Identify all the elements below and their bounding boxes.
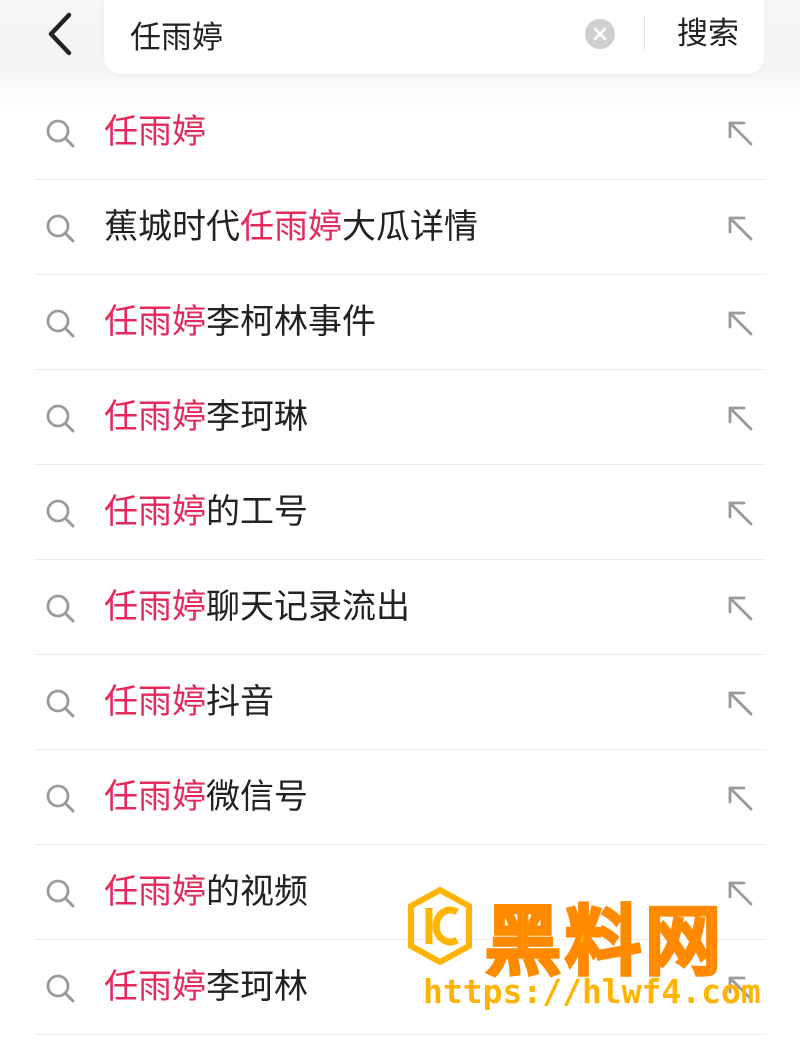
search-input[interactable]	[130, 12, 570, 56]
suggestion-highlight: 任雨婷	[104, 112, 206, 152]
suggestion-suffix: 的视频	[206, 872, 308, 912]
suggestion-suffix: 李柯林事件	[206, 302, 376, 342]
back-arrow-icon	[48, 12, 72, 56]
suggestion-prefix: 蕉城时代	[104, 207, 240, 247]
suggestion-item[interactable]: 蕉城时代任雨婷大瓜详情	[0, 180, 800, 275]
suggestion-item[interactable]: 任雨婷李柯林事件	[0, 275, 800, 370]
suggestion-highlight: 任雨婷	[104, 302, 206, 342]
suggestion-suffix: 抖音	[206, 682, 274, 722]
fill-arrow-icon[interactable]	[722, 210, 758, 246]
suggestion-item[interactable]: 任雨婷李珂琳	[0, 370, 800, 465]
fill-arrow-icon[interactable]	[722, 780, 758, 816]
suggestion-suffix: 李珂林	[206, 967, 308, 1007]
suggestion-item[interactable]: 任雨婷微信号	[0, 750, 800, 845]
search-box: 搜索	[104, 0, 764, 74]
suggestion-item[interactable]: 任雨婷的视频	[0, 845, 800, 940]
suggestion-highlight: 任雨婷	[104, 587, 206, 627]
fill-arrow-icon[interactable]	[722, 875, 758, 911]
suggestion-text: 任雨婷微信号	[104, 772, 308, 822]
back-button[interactable]	[30, 4, 90, 64]
suggestion-suffix: 微信号	[206, 777, 308, 817]
search-icon	[46, 784, 75, 813]
search-button[interactable]: 搜索	[660, 12, 756, 56]
search-icon	[46, 879, 75, 908]
search-icon	[46, 594, 75, 623]
search-icon	[46, 404, 75, 433]
search-icon	[46, 499, 75, 528]
clear-button[interactable]	[585, 19, 615, 49]
fill-arrow-icon[interactable]	[722, 400, 758, 436]
suggestion-text: 蕉城时代任雨婷大瓜详情	[104, 202, 478, 252]
suggestion-suffix: 聊天记录流出	[206, 587, 410, 627]
suggestion-highlight: 任雨婷	[104, 397, 206, 437]
suggestion-highlight: 任雨婷	[104, 967, 206, 1007]
fill-arrow-icon[interactable]	[722, 685, 758, 721]
suggestion-item[interactable]: 任雨婷	[0, 85, 800, 180]
clear-icon	[593, 27, 607, 41]
search-divider	[644, 17, 645, 51]
suggestion-item[interactable]: 任雨婷的工号	[0, 465, 800, 560]
fill-arrow-icon[interactable]	[722, 970, 758, 1006]
search-icon	[46, 119, 75, 148]
suggestion-text: 任雨婷李珂琳	[104, 392, 308, 442]
fill-arrow-icon[interactable]	[722, 115, 758, 151]
fill-arrow-icon[interactable]	[722, 495, 758, 531]
search-icon	[46, 689, 75, 718]
search-icon	[46, 214, 75, 243]
suggestion-list: 任雨婷 蕉城时代任雨婷大瓜详情 任雨婷李柯林事件 任雨婷李珂琳 任雨婷的工号 任雨婷聊天记…	[0, 85, 800, 1035]
suggestion-text: 任雨婷的视频	[104, 867, 308, 917]
suggestion-suffix: 的工号	[206, 492, 308, 532]
suggestion-text: 任雨婷抖音	[104, 677, 274, 727]
search-icon	[46, 974, 75, 1003]
fill-arrow-icon[interactable]	[722, 590, 758, 626]
suggestion-text: 任雨婷李珂林	[104, 962, 308, 1012]
suggestion-suffix: 大瓜详情	[342, 207, 478, 247]
suggestion-text: 任雨婷的工号	[104, 487, 308, 537]
suggestion-highlight: 任雨婷	[104, 777, 206, 817]
suggestion-highlight: 任雨婷	[104, 492, 206, 532]
fill-arrow-icon[interactable]	[722, 305, 758, 341]
suggestion-suffix: 李珂琳	[206, 397, 308, 437]
suggestion-item[interactable]: 任雨婷李珂林	[0, 940, 800, 1035]
suggestion-highlight: 任雨婷	[240, 207, 342, 247]
suggestion-item[interactable]: 任雨婷聊天记录流出	[0, 560, 800, 655]
search-icon	[46, 309, 75, 338]
suggestion-item[interactable]: 任雨婷抖音	[0, 655, 800, 750]
row-divider	[35, 1034, 766, 1035]
suggestion-text: 任雨婷李柯林事件	[104, 297, 376, 347]
suggestion-highlight: 任雨婷	[104, 682, 206, 722]
suggestion-highlight: 任雨婷	[104, 872, 206, 912]
suggestion-text: 任雨婷	[104, 107, 206, 157]
suggestion-text: 任雨婷聊天记录流出	[104, 582, 410, 632]
